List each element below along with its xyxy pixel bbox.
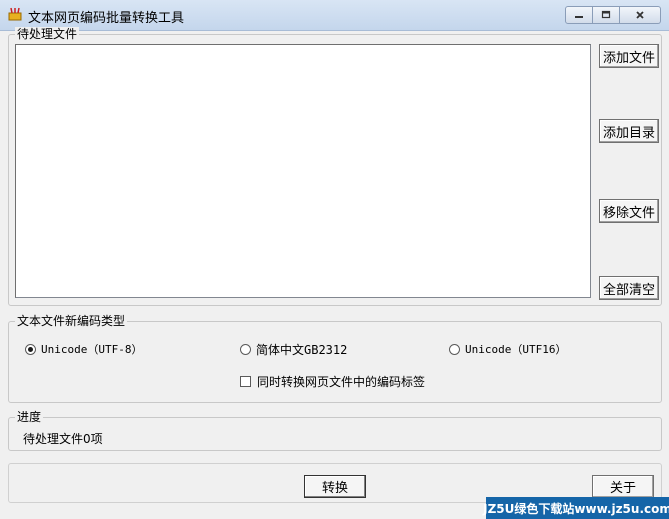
radio-utf16[interactable]: Unicode（UTF16）: [449, 341, 566, 357]
about-button[interactable]: 关于: [592, 475, 654, 498]
radio-button[interactable]: [25, 343, 36, 355]
encoding-group: 文本文件新编码类型: [8, 314, 662, 403]
convert-tags-label: 同时转换网页文件中的编码标签: [257, 375, 426, 389]
radio-utf8[interactable]: Unicode（UTF-8）: [25, 341, 142, 357]
app-icon: [7, 7, 23, 21]
radio-label: Unicode（UTF16）: [465, 343, 567, 356]
minimize-button[interactable]: [565, 6, 593, 24]
remove-file-button[interactable]: 移除文件: [599, 199, 659, 223]
maximize-icon: [601, 10, 611, 19]
add-file-button[interactable]: 添加文件: [599, 44, 659, 68]
window-title: 文本网页编码批量转换工具: [28, 11, 185, 26]
radio-button[interactable]: [240, 344, 251, 355]
maximize-button[interactable]: [593, 6, 620, 24]
window-controls: [565, 6, 661, 24]
progress-status: 待处理文件0项: [23, 432, 103, 446]
files-group-label: 待处理文件: [15, 27, 80, 41]
progress-group: 进度: [8, 410, 662, 451]
radio-label: 简体中文GB2312: [256, 343, 348, 357]
progress-group-label: 进度: [15, 410, 44, 424]
convert-button[interactable]: 转换: [304, 475, 366, 498]
watermark-banner: JZ5U绿色下载站www.jz5u.com: [483, 497, 669, 519]
convert-tags-checkbox[interactable]: [240, 376, 251, 387]
file-list[interactable]: [15, 44, 591, 298]
close-icon: [636, 11, 644, 19]
encoding-group-label: 文本文件新编码类型: [15, 314, 128, 328]
radio-button[interactable]: [449, 343, 460, 355]
title-bar: 文本网页编码批量转换工具: [0, 0, 669, 31]
radio-gb2312[interactable]: 简体中文GB2312: [240, 341, 347, 358]
clear-all-button[interactable]: 全部清空: [599, 276, 659, 300]
add-directory-button[interactable]: 添加目录: [599, 119, 659, 143]
radio-label: Unicode（UTF-8）: [41, 343, 143, 356]
close-button[interactable]: [620, 6, 661, 24]
convert-tags-checkbox-row[interactable]: 同时转换网页文件中的编码标签: [240, 373, 425, 390]
minimize-icon: [575, 16, 583, 18]
